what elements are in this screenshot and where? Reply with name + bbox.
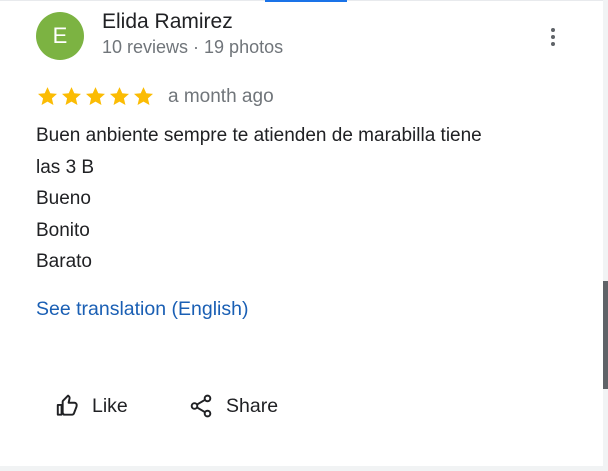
active-tab-indicator [265, 0, 347, 2]
rating-row: a month ago [36, 85, 274, 108]
star-icon [86, 87, 105, 106]
review-text: Buen anbiente sempre te atienden de mara… [36, 120, 576, 278]
scrollbar-track[interactable] [603, 0, 608, 471]
review-card: E Elida Ramirez 10 reviews · 19 photos a… [0, 0, 603, 466]
like-label: Like [92, 394, 128, 417]
share-button[interactable]: Share [188, 390, 278, 422]
more-vert-icon-dot [551, 42, 555, 46]
star-icon [110, 87, 129, 106]
thumbs-up-icon [56, 394, 78, 416]
star-icon [62, 87, 81, 106]
like-button[interactable]: Like [54, 390, 128, 422]
author-name[interactable]: Elida Ramirez [102, 10, 233, 34]
review-text-line: Buen anbiente sempre te atienden de mara… [36, 125, 482, 146]
scrollbar-thumb[interactable] [603, 281, 608, 389]
more-options-button[interactable] [540, 24, 566, 50]
star-rating [36, 85, 156, 108]
review-text-line: Barato [36, 251, 92, 272]
review-text-line: Bonito [36, 219, 90, 241]
more-vert-icon [551, 28, 555, 32]
see-translation-link[interactable]: See translation (English) [36, 298, 248, 321]
avatar[interactable]: E [36, 12, 84, 60]
review-time: a month ago [168, 85, 274, 107]
share-label: Share [226, 394, 279, 417]
review-text-line: las 3 B [36, 156, 95, 178]
star-icon [134, 87, 153, 106]
share-icon [190, 394, 212, 418]
author-meta: 10 reviews · 19 photos [102, 37, 284, 57]
review-text-line: Bueno [36, 188, 91, 209]
more-vert-icon-dot [551, 35, 555, 39]
star-icon [38, 87, 57, 106]
avatar-initial: E [52, 23, 68, 48]
